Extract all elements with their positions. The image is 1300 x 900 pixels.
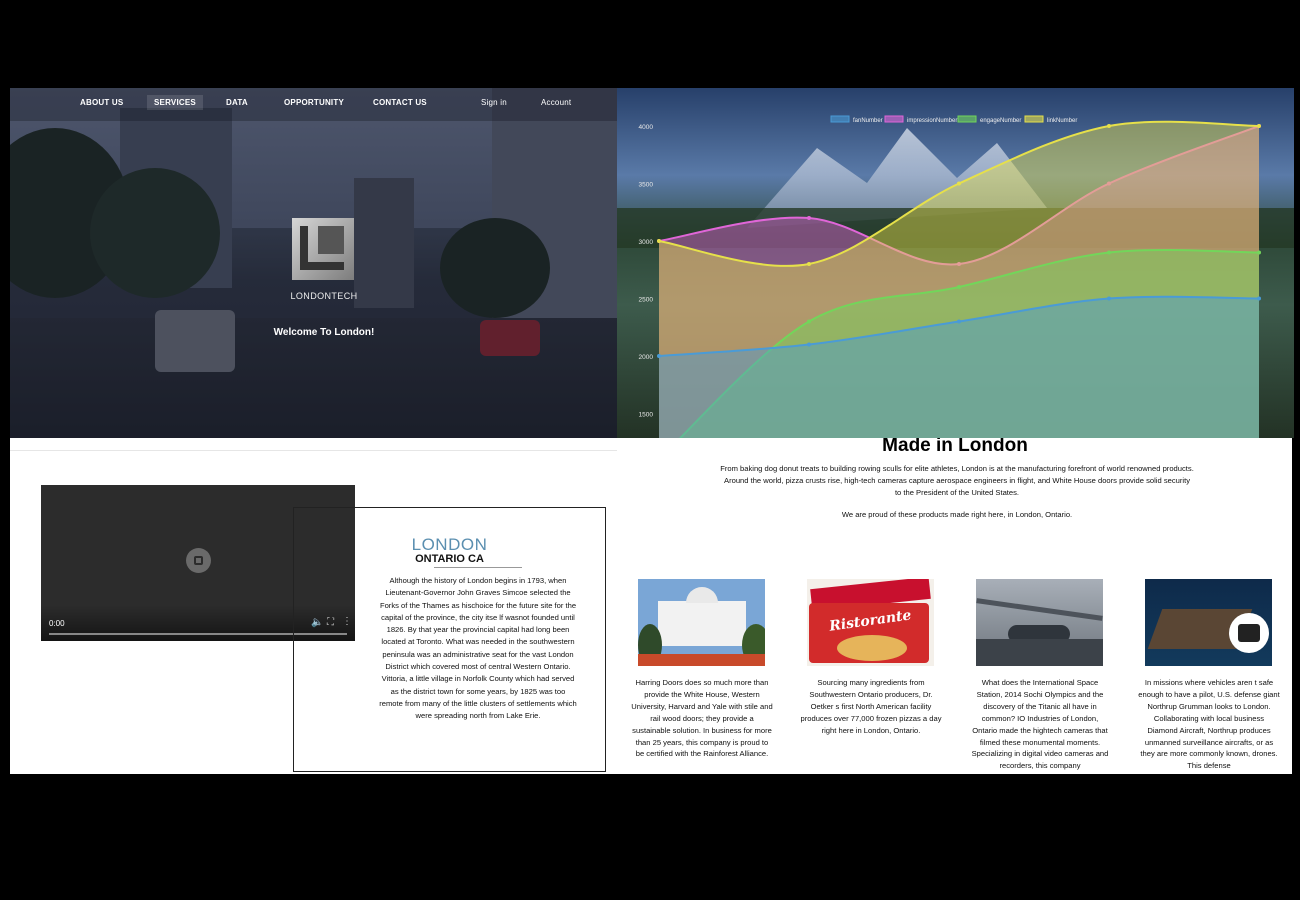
play-icon[interactable] [186,548,211,573]
legend-label-linkNumber[interactable]: linkNumber [1047,118,1077,124]
londontech-logo-icon [292,218,354,280]
data-point-engageNumber-2[interactable] [807,319,811,324]
card-io-industries-text: What does the International Space Statio… [971,678,1109,771]
top-nav-bar: ABOUT US SERVICES DATA OPPORTUNITY CONTA… [10,88,617,121]
made-in-london-intro: From baking dog donut treats to building… [720,464,1194,497]
data-point-linkNumber-2[interactable] [807,262,811,266]
data-point-linkNumber-5[interactable] [1257,124,1261,128]
y-tick-label: 3500 [639,182,654,189]
data-point-linkNumber-4[interactable] [1107,124,1111,128]
white-house-image [638,579,765,666]
video-time: 0:00 [49,619,65,628]
y-tick-label: 3000 [639,239,654,246]
card-harring-doors-text: Harring Doors does so much more than pro… [631,678,773,759]
nav-contact-us[interactable]: CONTACT US [373,98,427,107]
data-point-engageNumber-5[interactable] [1257,250,1261,255]
y-tick-label: 4000 [639,124,654,131]
legend-swatch-impressionNumber[interactable] [884,115,904,123]
data-point-fanNumber-3[interactable] [957,319,961,324]
data-point-fanNumber-1[interactable] [657,354,661,358]
made-in-london-heading: Made in London [882,438,1028,456]
area-chart: 4000 3500 3000 2500 2000 1500 fanNumber impres… [617,115,1294,438]
data-point-linkNumber-1[interactable] [657,239,661,243]
nav-data[interactable]: DATA [226,98,248,107]
legend-label-impressionNumber[interactable]: impressionNumber [907,118,957,124]
pizza-box-image: Ristorante [807,579,934,666]
titanic-wreck-image [1145,579,1272,666]
y-tick-label: 1500 [639,412,654,419]
welcome-heading: Welcome To London! [273,327,375,338]
y-tick-label: 2000 [639,354,654,361]
data-point-engageNumber-3[interactable] [957,285,961,289]
signin-link[interactable]: Sign in [481,98,507,107]
section-divider [10,450,617,451]
data-point-engageNumber-4[interactable] [1107,250,1111,255]
chart-legend[interactable]: fanNumber impressionNumber engageNumber lin… [830,115,1077,124]
legend-swatch-linkNumber[interactable] [1024,115,1044,123]
nav-about-us[interactable]: ABOUT US [80,98,123,107]
card-dr-oetker-text: Sourcing many ingredients from Southwest… [800,678,942,735]
chart-panel: 4000 3500 3000 2500 2000 1500 fanNumber impres… [617,88,1294,438]
london-info-box: LONDON ONTARIO CA Although the history o… [293,507,606,772]
london-title: LONDON [411,535,488,554]
card-northrop-grumman-text: In missions where vehicles aren t safe e… [1138,678,1280,771]
drone-image [976,579,1103,666]
london-history-text: Although the history of London begins in… [379,576,577,721]
logo-text: LONDONTECH [290,291,358,301]
data-point-fanNumber-4[interactable] [1107,296,1111,301]
legend-label-engageNumber[interactable]: engageNumber [980,118,1021,124]
nav-services[interactable]: SERVICES [147,95,203,110]
london-subtitle: ONTARIO CA [415,553,484,565]
data-point-fanNumber-5[interactable] [1257,296,1261,301]
data-point-impressionNumber-2[interactable] [807,216,811,220]
data-point-fanNumber-2[interactable] [807,342,811,347]
y-axis: 4000 3500 3000 2500 2000 1500 [639,124,654,419]
nav-opportunity[interactable]: OPPORTUNITY [284,98,344,107]
y-tick-label: 2500 [639,297,654,304]
white-house-building [658,601,746,646]
data-point-linkNumber-3[interactable] [957,181,961,186]
legend-label-fanNumber[interactable]: fanNumber [853,118,883,124]
account-link[interactable]: Account [541,98,571,107]
legend-swatch-fanNumber[interactable] [830,115,850,123]
made-in-london-proud: We are proud of these products made righ… [841,510,1073,519]
legend-swatch-engageNumber[interactable] [957,115,977,123]
hero-banner: ABOUT US SERVICES DATA OPPORTUNITY CONTA… [10,88,617,438]
content-section: 0:00 🔈 ⛶ ⋮ LONDON ONTARIO CA Although th… [10,438,1292,774]
title-rule [434,567,522,568]
series-layer [657,120,1261,438]
